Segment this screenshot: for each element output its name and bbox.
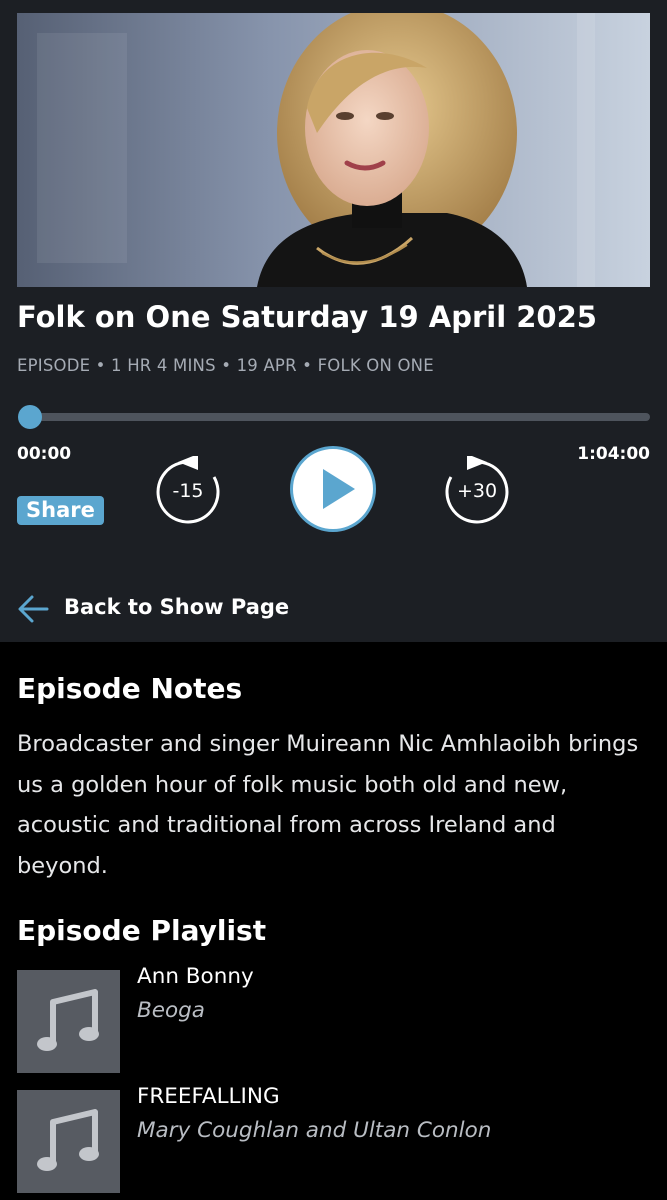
share-button[interactable]: Share [17,496,104,525]
progress-track[interactable] [30,413,650,421]
episode-notes-body: Broadcaster and singer Muireann Nic Amhl… [17,731,639,879]
progress-thumb[interactable] [18,405,42,429]
playlist-item[interactable]: FREEFALLING Mary Coughlan and Ultan Conl… [17,1084,657,1194]
episode-artwork [17,13,650,287]
presenter-photo [17,13,650,287]
track-title: Ann Bonny [137,964,254,989]
music-note-icon [37,1109,99,1171]
elapsed-time: 00:00 [17,444,72,464]
rewind-label: -15 [172,480,204,502]
episode-playlist-heading: Episode Playlist [17,914,267,947]
episode-title: Folk on One Saturday 19 April 2025 [17,300,597,334]
forward-30-button[interactable]: +30 [441,456,513,528]
back-label: Back to Show Page [64,595,290,619]
total-duration: 1:04:00 [577,444,650,464]
forward-label: +30 [456,480,498,502]
track-thumbnail [17,970,120,1073]
track-title: FREEFALLING [137,1084,280,1109]
playlist-item[interactable]: Ann Bonny Beoga [17,964,657,1074]
episode-notes-heading: Episode Notes [17,672,243,705]
arrow-left-icon [18,595,49,623]
rewind-15-button[interactable]: -15 [152,456,224,528]
play-icon [323,469,355,509]
player-panel: Folk on One Saturday 19 April 2025 EPISO… [0,0,667,576]
episode-meta: EPISODE • 1 HR 4 MINS • 19 APR • FOLK ON… [17,356,434,375]
back-to-show-link[interactable]: Back to Show Page [0,576,667,642]
track-thumbnail [17,1090,120,1193]
play-button[interactable] [290,446,376,532]
track-artist: Beoga [137,998,205,1023]
track-artist: Mary Coughlan and Ultan Conlon [137,1118,492,1143]
music-note-icon [37,989,99,1051]
